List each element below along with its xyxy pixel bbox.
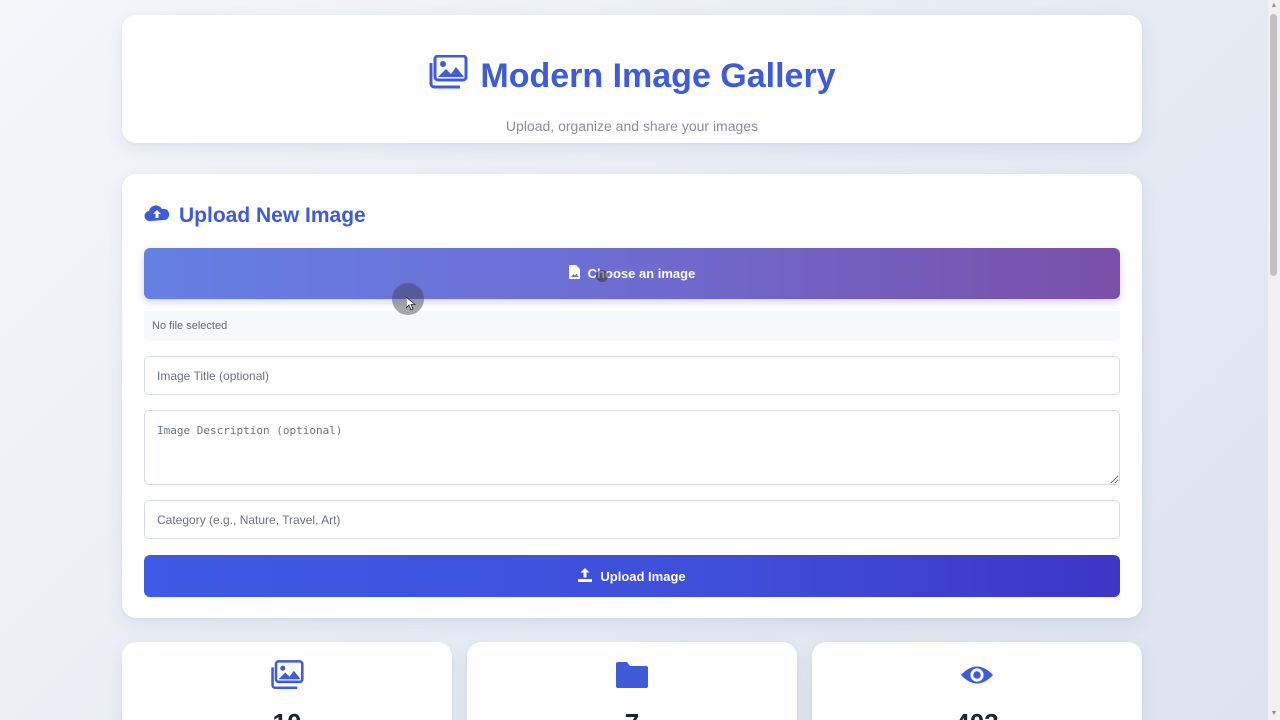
category-input[interactable] <box>144 500 1120 539</box>
stat-value: 10 <box>122 708 452 720</box>
choose-image-button[interactable]: Choose an image <box>144 248 1120 299</box>
file-status-text: No file selected <box>152 320 228 332</box>
upload-heading-row: Upload New Image <box>144 202 366 230</box>
upload-card: Upload New Image Choose an image No file… <box>122 174 1142 618</box>
page-title: Modern Image Gallery <box>480 57 836 95</box>
page-title-row: Modern Image Gallery <box>122 54 1142 98</box>
images-icon <box>122 660 452 690</box>
upload-heading: Upload New Image <box>179 204 366 227</box>
upload-icon <box>578 567 593 585</box>
header-card: Modern Image Gallery Upload, organize an… <box>122 15 1142 143</box>
scrollbar[interactable]: ▲ ▼ <box>1268 0 1280 720</box>
stat-card-views: 403 <box>812 642 1142 720</box>
page-subtitle: Upload, organize and share your images <box>505 118 759 134</box>
cloud-upload-icon <box>144 202 170 230</box>
scroll-down-icon[interactable]: ▼ <box>1270 710 1278 718</box>
images-icon <box>428 54 468 98</box>
cursor-highlight <box>392 283 424 315</box>
stat-value: 7 <box>467 708 797 720</box>
stat-card-categories: 7 <box>467 642 797 720</box>
file-image-icon <box>568 265 580 282</box>
click-indicator <box>596 270 608 282</box>
image-description-input[interactable] <box>144 410 1120 485</box>
page: Modern Image Gallery Upload, organize an… <box>0 0 1280 720</box>
eye-icon <box>812 660 1142 690</box>
stat-card-images: 10 <box>122 642 452 720</box>
image-title-input[interactable] <box>144 356 1120 395</box>
stat-value: 403 <box>812 708 1142 720</box>
folder-icon <box>467 660 797 690</box>
scroll-up-icon[interactable]: ▲ <box>1270 2 1278 10</box>
upload-image-button[interactable]: Upload Image <box>144 555 1120 597</box>
file-status: No file selected <box>144 311 1120 341</box>
mouse-pointer-icon <box>406 297 416 311</box>
scrollbar-thumb[interactable] <box>1270 14 1277 276</box>
upload-image-label: Upload Image <box>600 568 686 584</box>
